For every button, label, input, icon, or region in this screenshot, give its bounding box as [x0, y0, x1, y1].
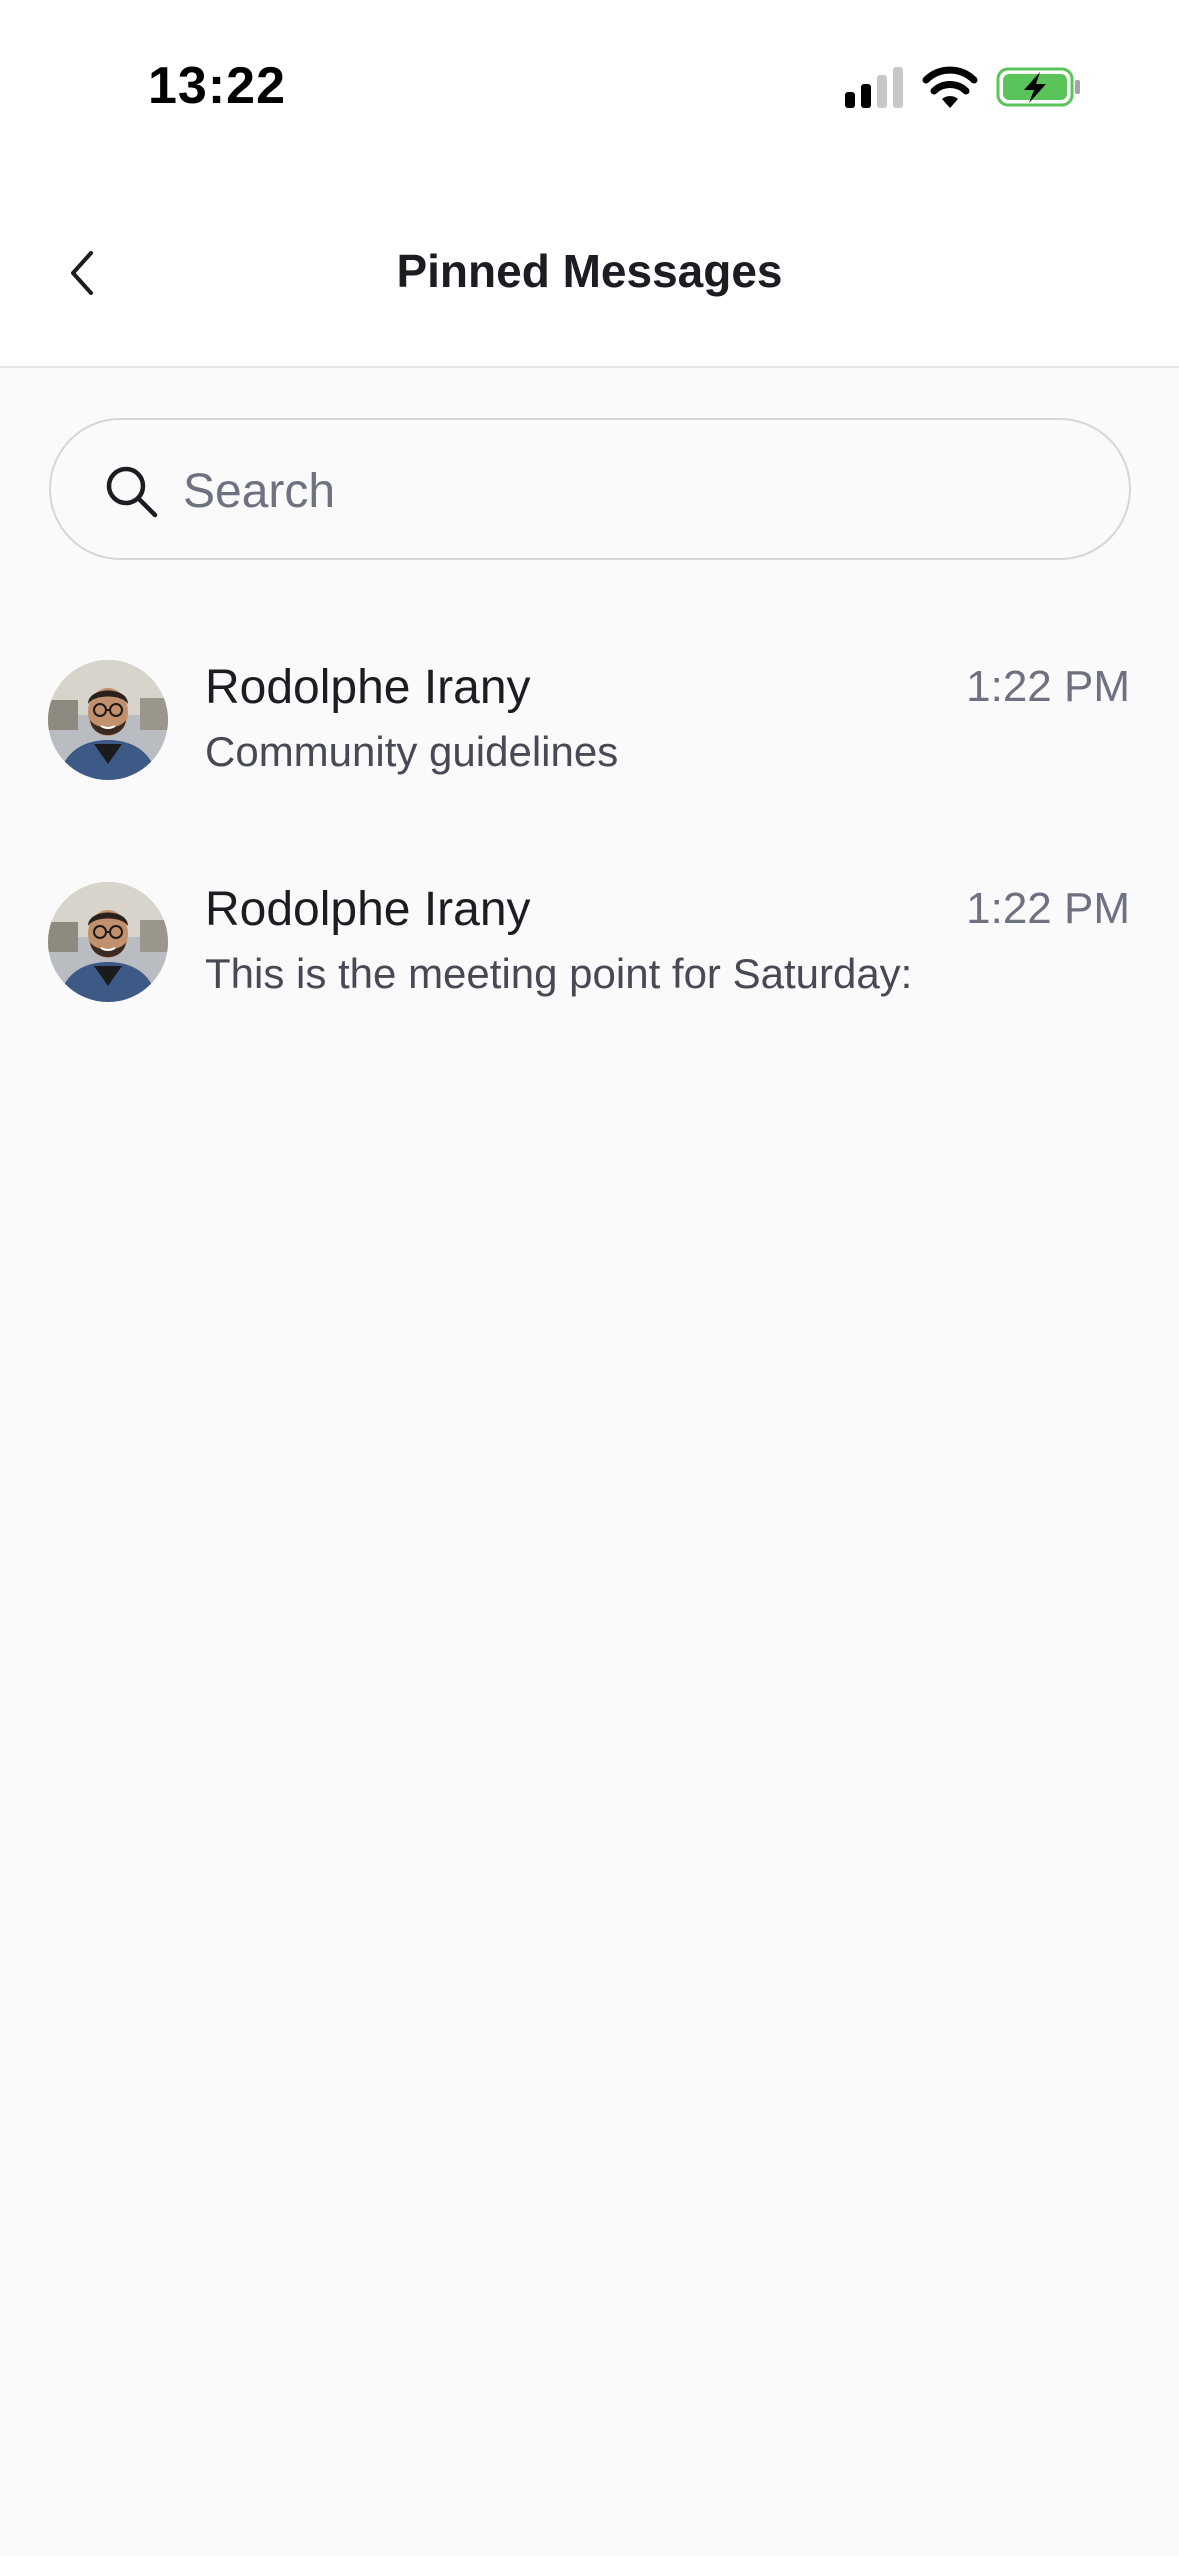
search-input[interactable] [183, 454, 1083, 528]
message-preview: Community guidelines [205, 728, 619, 775]
battery-charging-icon [996, 67, 1080, 107]
search-bar[interactable] [49, 418, 1131, 560]
message-time: 1:22 PM [966, 884, 1130, 933]
status-bar: 13:22 [0, 0, 1179, 178]
page-title: Pinned Messages [396, 245, 783, 297]
nav-bar: Pinned Messages [0, 178, 1179, 368]
wifi-icon [922, 66, 978, 108]
message-author: Rodolphe Irany [205, 883, 531, 936]
avatar [48, 660, 168, 780]
avatar [48, 882, 168, 1002]
cellular-signal-icon [845, 67, 903, 108]
search-icon [106, 466, 158, 518]
pinned-message-item[interactable]: Rodolphe Irany 1:22 PM Community guideli… [0, 660, 1179, 836]
status-time: 13:22 [148, 57, 286, 115]
message-preview: This is the meeting point for Saturday: [205, 950, 913, 997]
pinned-message-item[interactable]: Rodolphe Irany 1:22 PM This is the meeti… [0, 882, 1179, 1058]
message-author: Rodolphe Irany [205, 661, 531, 714]
message-time: 1:22 PM [966, 662, 1130, 711]
